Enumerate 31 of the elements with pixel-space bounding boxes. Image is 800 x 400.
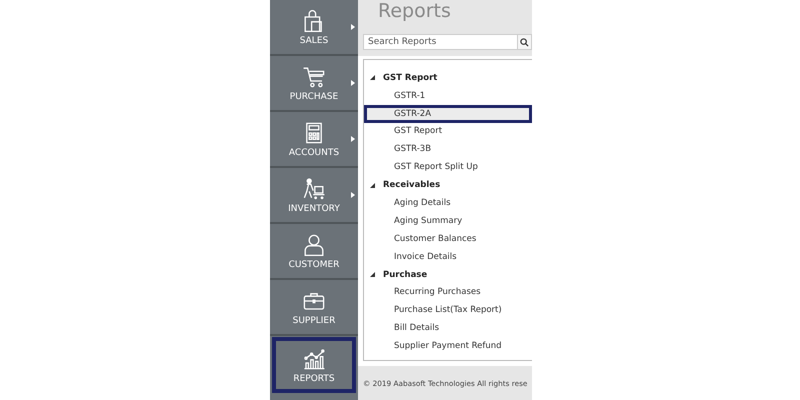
group-label: Purchase [383, 270, 428, 280]
group-label: Receivables [383, 180, 440, 190]
expand-triangle-icon[interactable] [370, 182, 375, 188]
tree-group[interactable]: Receivables [364, 176, 532, 194]
tree-item[interactable]: Aging Details [364, 194, 532, 212]
search-button[interactable] [518, 34, 532, 50]
person-trolley-icon [302, 176, 326, 200]
search-icon [520, 38, 530, 46]
group-label: GST Report [383, 72, 438, 83]
tree-group[interactable]: Purchase [364, 266, 532, 284]
page-title: Reports [378, 0, 452, 22]
tree-item[interactable]: Bill Details [364, 319, 532, 338]
tree-item[interactable]: Customer Balances [364, 230, 532, 248]
tree-item[interactable]: Purchase List(Tax Report) [364, 301, 532, 320]
cart-icon [302, 64, 326, 88]
sidebar-item[interactable]: REPORTS [272, 337, 356, 393]
tree-item[interactable]: Recurring Purchases [364, 284, 532, 302]
tree-item[interactable]: Supplier Payment Refund [364, 337, 532, 356]
tree-group[interactable]: GST Report [364, 68, 532, 87]
tree-item[interactable]: GSTR-2A [364, 104, 532, 123]
tree-item[interactable]: Aging Summary [364, 212, 532, 230]
expand-triangle-icon[interactable] [370, 272, 375, 278]
tree-item[interactable]: GST Report Split Up [364, 158, 532, 176]
tree-item[interactable]: GSTR-3B [364, 140, 532, 158]
tree-item[interactable]: Invoice Details [364, 248, 532, 266]
search-field[interactable]: Search Reports [363, 34, 518, 50]
person-icon [302, 232, 326, 256]
chart-icon [302, 346, 326, 370]
tree-item[interactable]: GSTR-1 [364, 86, 532, 105]
tree-item[interactable]: GST Report [364, 122, 532, 140]
expand-triangle-icon[interactable] [370, 75, 375, 80]
